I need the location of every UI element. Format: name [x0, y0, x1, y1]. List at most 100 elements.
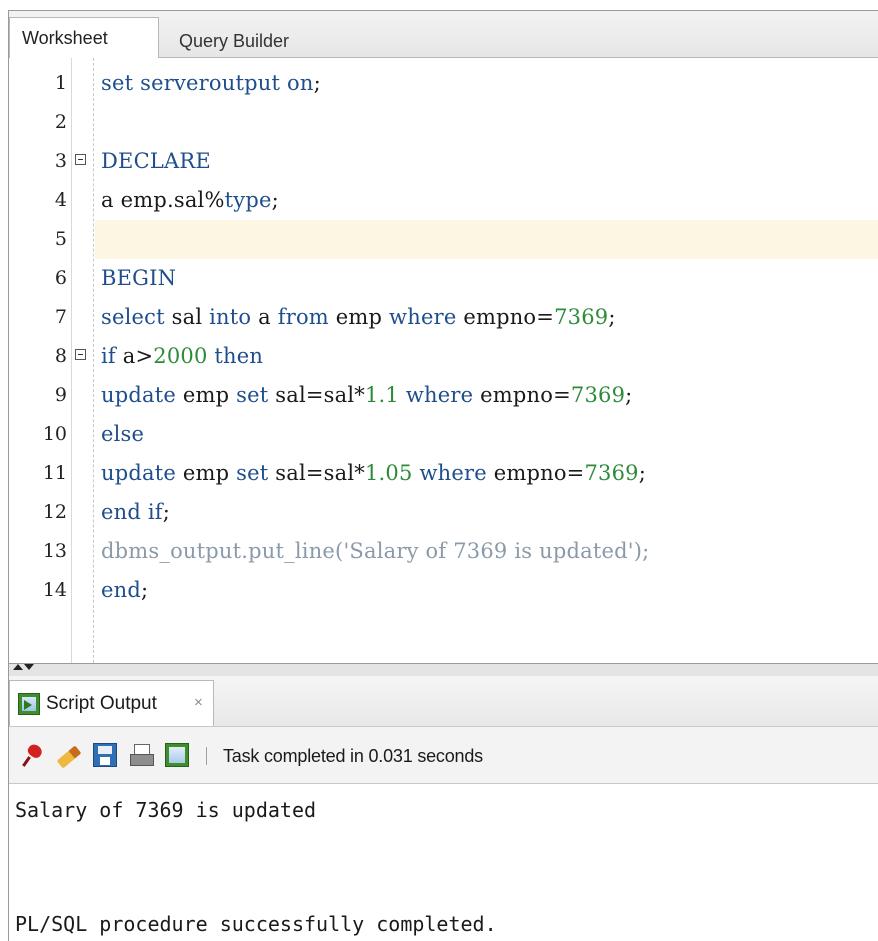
output-line: Salary of 7369 is updated: [15, 798, 317, 822]
worksheet-tab-bar: Worksheet Query Builder: [9, 11, 878, 58]
code-line[interactable]: 8 if a>2000 then: [9, 337, 878, 376]
code-token: empno=: [486, 461, 585, 485]
code-token: sal: [164, 305, 210, 329]
tab-script-output[interactable]: Script Output ×: [9, 680, 214, 726]
collapse-block-icon[interactable]: [75, 349, 86, 360]
code-token: empno=: [473, 383, 571, 407]
code-line[interactable]: 14 end;: [9, 571, 878, 610]
code-token: set serveroutput on: [101, 71, 314, 95]
code-text: select sal into a from emp where empno=7…: [101, 298, 616, 337]
code-line[interactable]: 10 else: [9, 415, 878, 454]
code-line[interactable]: 9 update emp set sal=sal*1.1 where empno=…: [9, 376, 878, 415]
code-token: select: [101, 305, 165, 329]
code-editor[interactable]: 1 set serveroutput on; 2 3 DECLARE 4 a emp.sal…: [9, 58, 878, 663]
panel-splitter[interactable]: [9, 663, 878, 677]
code-text: set serveroutput on;: [101, 64, 321, 103]
code-token: emp: [328, 305, 390, 329]
code-token: 1.1: [365, 383, 399, 407]
line-number: 4: [54, 189, 67, 211]
code-token: emp: [176, 383, 237, 407]
code-token: set: [236, 461, 269, 485]
code-token: 1.05: [365, 461, 413, 485]
code-token: DECLARE: [101, 149, 211, 173]
code-text: a emp.sal%type;: [101, 181, 279, 220]
collapse-down-icon[interactable]: [24, 664, 34, 670]
line-number: 10: [42, 423, 67, 445]
code-token: sal=sal*: [268, 461, 365, 485]
output-line: PL/SQL procedure successfully completed.: [15, 912, 497, 936]
line-number: 13: [42, 540, 67, 562]
code-token: a emp.sal%: [101, 188, 225, 212]
code-token: 2000: [153, 344, 208, 368]
code-token: 7369: [570, 383, 626, 407]
code-line[interactable]: 5: [9, 220, 878, 259]
expand-up-icon[interactable]: [13, 664, 23, 670]
code-text: update emp set sal=sal*1.05 where empno=…: [101, 454, 646, 493]
line-number: 5: [54, 228, 67, 250]
eraser-icon[interactable]: [55, 743, 81, 769]
code-line[interactable]: 3 DECLARE: [9, 142, 878, 181]
line-number: 1: [54, 72, 67, 94]
line-number: 14: [42, 579, 67, 601]
code-line[interactable]: 12 end if;: [9, 493, 878, 532]
code-token: where: [412, 461, 487, 485]
close-icon[interactable]: ×: [194, 681, 203, 725]
line-number: 8: [54, 345, 67, 367]
code-token: dbms_output.put_line('Salary of 7369 is …: [101, 539, 650, 563]
code-text: update emp set sal=sal*1.1 where empno=7…: [101, 376, 632, 415]
code-token: into: [209, 305, 252, 329]
code-text: end if;: [101, 493, 170, 532]
code-token: 7369: [554, 305, 609, 329]
line-number: 11: [42, 462, 67, 484]
current-line-highlight: [95, 220, 878, 259]
script-output-area[interactable]: Salary of 7369 is updated PL/SQL procedu…: [9, 784, 878, 941]
line-number: 2: [54, 111, 67, 133]
collapse-block-icon[interactable]: [75, 154, 86, 165]
sql-developer-window: Worksheet Query Builder 1 set serveroutpu…: [8, 10, 878, 941]
save-icon[interactable]: [93, 743, 117, 767]
code-line[interactable]: 4 a emp.sal%type;: [9, 181, 878, 220]
tab-query-builder[interactable]: Query Builder: [167, 21, 307, 61]
script-output-icon: [18, 693, 40, 715]
code-line[interactable]: 2: [9, 103, 878, 142]
code-line[interactable]: 6 BEGIN: [9, 259, 878, 298]
code-text: DECLARE: [101, 142, 211, 181]
code-token: where: [389, 305, 457, 329]
code-token: ;: [162, 500, 171, 524]
toolbar-divider: [206, 747, 207, 765]
code-token: ;: [141, 578, 149, 602]
code-token: from: [277, 305, 329, 329]
line-number: 9: [54, 384, 67, 406]
code-token: ;: [271, 188, 279, 212]
code-text: else: [101, 415, 144, 454]
print-icon[interactable]: [129, 743, 155, 769]
code-token: update: [101, 461, 176, 485]
tab-worksheet[interactable]: Worksheet: [9, 17, 159, 58]
pin-icon[interactable]: [21, 743, 47, 769]
code-line[interactable]: 1 set serveroutput on;: [9, 64, 878, 103]
code-token: type: [224, 188, 272, 212]
code-line[interactable]: 13 dbms_output.put_line('Salary of 7369 i…: [9, 532, 878, 571]
status-text: Task completed in 0.031 seconds: [223, 746, 483, 766]
code-token: ;: [625, 383, 633, 407]
output-tab-bar: Script Output ×: [9, 676, 878, 727]
code-token: end: [101, 578, 141, 602]
code-token: if: [101, 344, 116, 368]
script-icon[interactable]: [165, 743, 189, 767]
code-token: sal=sal*: [268, 383, 365, 407]
code-token: set: [236, 383, 269, 407]
line-number: 7: [54, 306, 67, 328]
code-token: end if: [101, 500, 163, 524]
code-line[interactable]: 7 select sal into a from emp where empno=…: [9, 298, 878, 337]
code-line[interactable]: 11 update emp set sal=sal*1.05 where empn…: [9, 454, 878, 493]
code-token: empno=: [456, 305, 555, 329]
output-toolbar: Task completed in 0.031 seconds: [9, 727, 878, 784]
code-text: if a>2000 then: [101, 337, 263, 376]
code-token: emp: [176, 461, 237, 485]
code-token: ;: [608, 305, 616, 329]
code-token: then: [207, 344, 264, 368]
code-token: ;: [313, 71, 321, 95]
line-number: 3: [54, 150, 67, 172]
code-token: 7369: [584, 461, 639, 485]
code-token: else: [101, 422, 145, 446]
